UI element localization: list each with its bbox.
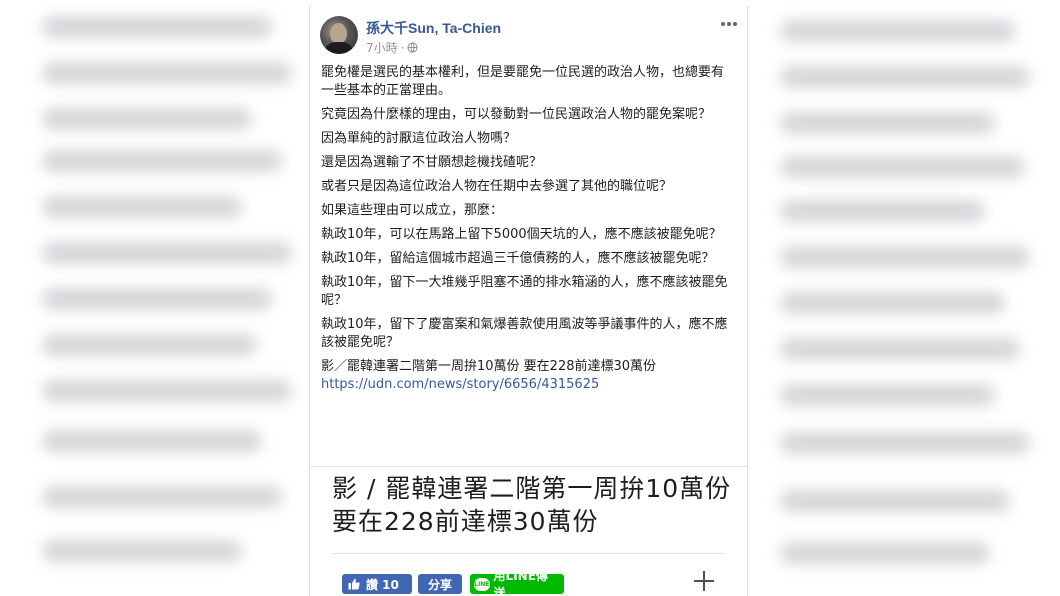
preview-underline xyxy=(332,553,725,554)
post-paragraph: 罷免權是選民的基本權利，但是要罷免一位民選的政治人物，也總要有一些基本的正當理由… xyxy=(321,65,725,98)
line-share-label: 用LINE傳送 xyxy=(493,569,548,596)
post-paragraph: 如果這些理由可以成立，那麼： xyxy=(321,203,504,218)
post-paragraph: 或者只是因為這位政治人物在任期中去參選了其他的職位呢？ xyxy=(321,179,673,194)
preview-divider xyxy=(310,466,747,467)
share-label: 分享 xyxy=(427,577,452,592)
post-paragraph: 執政10年，留給這個城市超過三千億債務的人，應不應該被罷免呢？ xyxy=(321,251,715,266)
post-meta: 7小時 · xyxy=(366,39,419,56)
globe-icon[interactable] xyxy=(407,42,419,53)
post-paragraph: 還是因為選輸了不甘願想趁機找碴呢？ xyxy=(321,155,543,170)
post-paragraph: 因為單純的討厭這位政治人物嗎？ xyxy=(321,131,517,146)
share-button[interactable]: 分享 xyxy=(418,574,462,594)
author-name[interactable]: 孫大千Sun, Ta-Chien xyxy=(366,18,501,38)
thumbs-up-icon xyxy=(348,578,360,590)
author-avatar[interactable] xyxy=(320,16,358,54)
post-link[interactable]: https://udn.com/news/story/6656/4315625 xyxy=(321,376,735,394)
post-paragraph: 究竟因為什麼樣的理由，可以發動對一位民選政治人物的罷免案呢？ xyxy=(321,107,712,122)
line-share-button[interactable]: LINE 用LINE傳送 xyxy=(470,569,564,596)
like-label: 讚 10 xyxy=(366,577,399,592)
plus-icon[interactable] xyxy=(693,570,715,592)
post-paragraph: 影／罷韓連署二階第一周拚10萬份 要在228前達標30萬份 xyxy=(321,359,657,374)
post-body: 罷免權是選民的基本權利，但是要罷免一位民選的政治人物，也總要有一些基本的正當理由… xyxy=(321,64,735,394)
more-options-icon[interactable] xyxy=(719,16,739,32)
post-paragraph: 執政10年，可以在馬路上留下5000個天坑的人，應不應該被罷免呢？ xyxy=(321,227,722,242)
line-logo-icon: LINE xyxy=(474,577,490,591)
post-time[interactable]: 7小時 xyxy=(366,39,398,56)
facebook-post-card: 孫大千Sun, Ta-Chien 7小時 · 罷免權是選民的基本權利，但是要罷免… xyxy=(309,6,748,596)
link-preview-title[interactable]: 影 / 罷韓連署二階第一周拚10萬份 要在228前達標30萬份 xyxy=(332,472,732,538)
post-paragraph: 執政10年，留下一大堆幾乎阻塞不通的排水箱涵的人，應不應該被罷免呢？ xyxy=(321,275,728,308)
post-paragraph: 執政10年，留下了慶富案和氣爆善款使用風波等爭議事件的人，應不應該被罷免呢？ xyxy=(321,317,728,350)
meta-separator: · xyxy=(400,40,405,55)
like-button[interactable]: 讚 10 xyxy=(342,574,412,594)
